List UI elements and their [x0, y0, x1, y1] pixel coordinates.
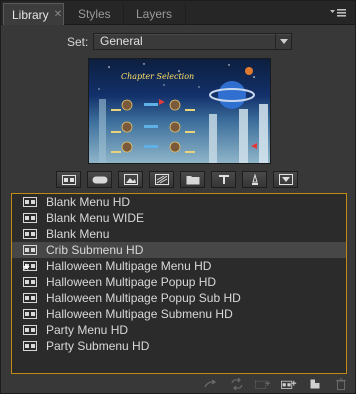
list-item-label: Blank Menu HD — [46, 195, 131, 209]
list-item[interactable]: Halloween Multipage Popup HD — [12, 274, 346, 290]
preview-title: Chapter Selection — [121, 72, 195, 81]
menu-template-icon — [23, 229, 37, 239]
audio-icon[interactable] — [242, 171, 267, 188]
menu-template-icon — [23, 309, 37, 319]
library-panel: Library ✕ Styles Layers Set: General Cha… — [0, 0, 356, 394]
list-item-label: Crib Submenu HD — [46, 243, 144, 257]
tab-layers[interactable]: Layers — [126, 3, 186, 25]
library-item-list[interactable]: Blank Menu HD Blank Menu WIDE Blank Menu… — [11, 193, 347, 374]
list-item[interactable]: Blank Menu — [12, 226, 346, 242]
list-item[interactable]: Halloween Multipage Popup Sub HD — [12, 290, 346, 306]
list-item[interactable]: Halloween Multipage Menu HD — [12, 258, 346, 274]
bottom-toolbar — [203, 377, 349, 391]
list-item[interactable]: Halloween Multipage Submenu HD — [12, 306, 346, 322]
button-icon[interactable] — [87, 171, 112, 188]
list-item[interactable]: Party Submenu HD — [12, 338, 346, 354]
trash-icon[interactable] — [333, 378, 349, 390]
chevron-down-icon — [275, 34, 291, 49]
new-item-icon[interactable] — [255, 378, 271, 390]
new-menu-icon[interactable] — [281, 378, 297, 390]
list-item-label: Blank Menu WIDE — [46, 211, 145, 225]
list-item[interactable]: Blank Menu WIDE — [12, 210, 346, 226]
transition-icon[interactable] — [273, 171, 298, 188]
tab-library-label: Library — [12, 7, 49, 22]
tab-styles[interactable]: Styles — [68, 3, 124, 25]
set-dropdown-value: General — [100, 34, 143, 48]
list-item-label: Party Menu HD — [46, 323, 129, 337]
menu-icon[interactable] — [56, 171, 81, 188]
menu-template-icon — [23, 245, 37, 255]
menu-template-icon — [23, 293, 37, 303]
image-icon[interactable] — [118, 171, 143, 188]
text-icon[interactable] — [211, 171, 236, 188]
list-item[interactable]: Party Menu HD — [12, 322, 346, 338]
replace-icon[interactable] — [229, 378, 245, 390]
tab-styles-label: Styles — [78, 7, 111, 21]
list-item-label: Halloween Multipage Menu HD — [46, 259, 212, 273]
new-page-icon[interactable] — [307, 378, 323, 390]
list-item-label: Halloween Multipage Popup Sub HD — [46, 291, 241, 305]
menu-template-icon — [23, 197, 37, 207]
list-item-label: Party Submenu HD — [46, 339, 150, 353]
close-icon[interactable]: ✕ — [54, 9, 62, 20]
menu-template-icon — [23, 213, 37, 223]
list-item-selected[interactable]: Crib Submenu HD — [12, 242, 346, 258]
list-item-label: Halloween Multipage Submenu HD — [46, 307, 233, 321]
folder-icon[interactable] — [180, 171, 205, 188]
menu-template-icon — [23, 325, 37, 335]
tab-layers-label: Layers — [136, 7, 173, 21]
tab-bar: Library ✕ Styles Layers — [1, 1, 355, 25]
background-icon[interactable] — [149, 171, 174, 188]
list-item[interactable]: Blank Menu HD — [12, 194, 346, 210]
list-item-label: Blank Menu — [46, 227, 110, 241]
place-icon[interactable] — [203, 378, 219, 390]
tab-library[interactable]: Library ✕ — [3, 3, 64, 25]
panel-menu-icon[interactable] — [329, 6, 347, 20]
library-toolbar — [56, 171, 298, 189]
set-dropdown[interactable]: General — [93, 33, 292, 50]
menu-template-icon — [23, 277, 37, 287]
menu-template-icon — [23, 341, 37, 351]
menu-preview: Chapter Selection — [88, 58, 271, 164]
default-menu-star-icon — [23, 261, 37, 271]
list-item-label: Halloween Multipage Popup HD — [46, 275, 217, 289]
set-label: Set: — [67, 35, 89, 49]
